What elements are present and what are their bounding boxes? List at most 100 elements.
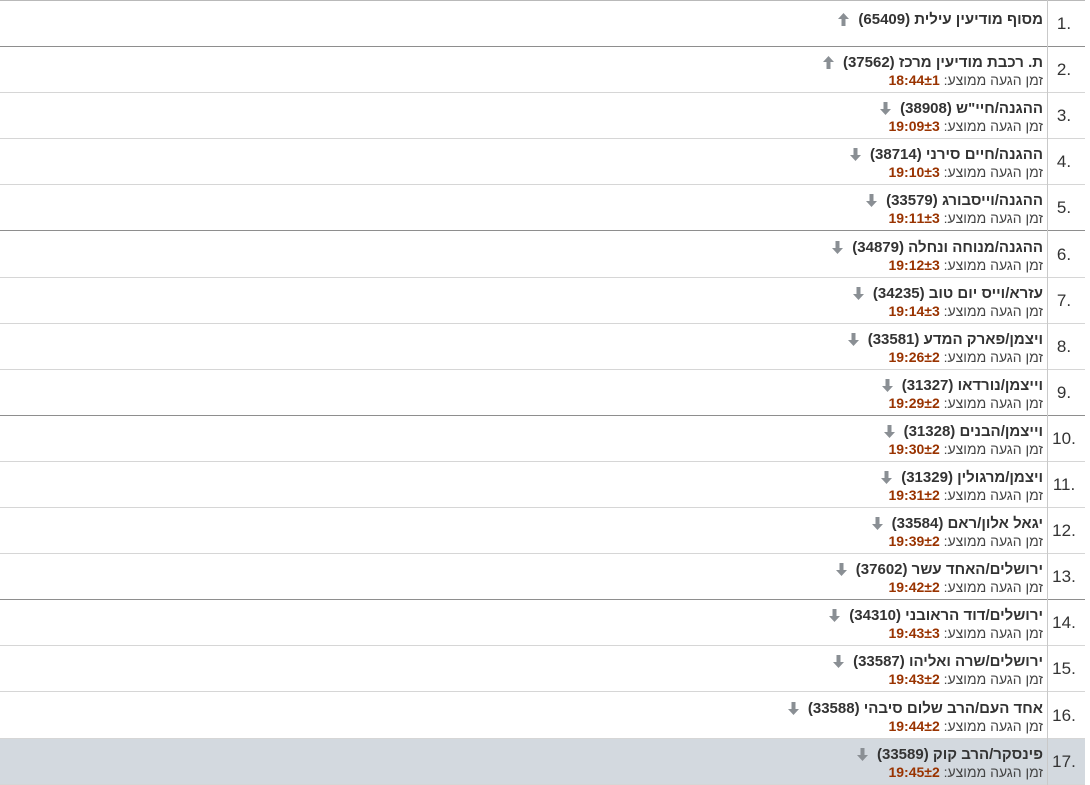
stop-content: אחד העם/הרב שלום סיבהי (33588) זמן הגעה מ… [787, 699, 1043, 735]
list-item[interactable]: 14. ירושלים/דוד הראובני (34310) זמן הגעה מ… [0, 600, 1085, 646]
stop-name[interactable]: יגאל אלון/ראם (33584) [892, 514, 1043, 533]
stop-content: וייצמן/הבנים (31328) זמן הגעה ממוצע: 19:3… [883, 422, 1043, 458]
arrival-info: זמן הגעה ממוצע: 18:44±1 [823, 72, 1043, 89]
up-arrow-icon [822, 56, 834, 69]
arrival-time: 19:14±3 [888, 303, 940, 319]
stop-name-line: עזרא/וייס יום טוב (34235) [852, 284, 1043, 303]
list-item[interactable]: 10. וייצמן/הבנים (31328) זמן הגעה ממוצע: 1… [0, 416, 1085, 462]
arrival-info: זמן הגעה ממוצע: 19:39±2 [872, 533, 1043, 550]
stop-name[interactable]: ירושלים/שרה ואליהו (33587) [853, 652, 1043, 671]
arrival-label: זמן הגעה ממוצע: [943, 210, 1043, 226]
stop-name[interactable]: ירושלים/האחד עשר (37602) [856, 560, 1043, 579]
down-arrow-icon [835, 563, 847, 576]
stop-content: פינסקר/הרב קוק (33589) זמן הגעה ממוצע: 19… [857, 745, 1043, 781]
arrival-info: זמן הגעה ממוצע: 19:14±3 [853, 303, 1043, 320]
up-arrow-icon [838, 13, 850, 26]
arrival-label: זמן הגעה ממוצע: [943, 441, 1043, 457]
stop-content: ת. רכבת מודיעין מרכז (37562) זמן הגעה ממו… [822, 53, 1043, 89]
list-item[interactable]: 6. ההגנה/מנוחה ונחלה (34879) זמן הגעה ממוצ… [0, 232, 1085, 278]
down-arrow-icon [857, 748, 868, 761]
arrival-info: זמן הגעה ממוצע: 19:29±2 [882, 395, 1043, 412]
stop-name-line: ההגנה/מנוחה ונחלה (34879) [832, 238, 1043, 257]
stop-name[interactable]: ויצמן/מרגולין (31329) [901, 468, 1043, 487]
stop-name-line: ויצמן/פארק המדע (33581) [847, 330, 1043, 349]
down-arrow-icon [852, 287, 864, 300]
arrival-info: זמן הגעה ממוצע: 19:42±2 [836, 579, 1043, 596]
arrival-time: 19:31±2 [888, 487, 940, 503]
arrival-time: 19:09±3 [888, 118, 940, 134]
list-item[interactable]: 15. ירושלים/שרה ואליהו (33587) זמן הגעה ממ… [0, 646, 1085, 692]
stop-name-line: יגאל אלון/ראם (33584) [871, 514, 1043, 533]
stop-name[interactable]: ההגנה/מנוחה ונחלה (34879) [852, 238, 1043, 257]
stop-name[interactable]: פינסקר/הרב קוק (33589) [877, 745, 1043, 764]
stop-number: 10. [1052, 429, 1076, 448]
list-item[interactable]: 13. ירושלים/האחד עשר (37602) זמן הגעה ממוצ… [0, 554, 1085, 600]
down-arrow-icon [881, 471, 893, 484]
arrival-info: זמן הגעה ממוצע: 19:10±3 [850, 164, 1043, 181]
down-arrow-icon [847, 333, 859, 346]
arrival-label: זמן הגעה ממוצע: [943, 718, 1043, 734]
stop-number: 12. [1052, 521, 1076, 540]
list-item[interactable]: 12. יגאל אלון/ראם (33584) זמן הגעה ממוצע: … [0, 508, 1085, 554]
stop-number: 11. [1052, 475, 1076, 494]
arrival-time: 19:11±3 [888, 210, 940, 226]
stop-number: 4. [1056, 152, 1072, 171]
arrival-info: זמן הגעה ממוצע: 19:09±3 [880, 118, 1043, 135]
list-item[interactable]: 4. ההגנה/חיים סירני (38714) זמן הגעה ממוצע… [0, 139, 1085, 185]
stop-number: 17. [1052, 752, 1076, 771]
list-item[interactable]: 1. מסוף מודיעין עילית (65409) [0, 1, 1085, 47]
down-arrow-icon [850, 148, 862, 161]
list-item[interactable]: 11. ויצמן/מרגולין (31329) זמן הגעה ממוצע: … [0, 462, 1085, 508]
arrival-time: 19:26±2 [888, 349, 940, 365]
arrival-time: 19:29±2 [888, 395, 940, 411]
list-item[interactable]: 7. עזרא/וייס יום טוב (34235) זמן הגעה ממוצ… [0, 278, 1085, 324]
stop-name[interactable]: עזרא/וייס יום טוב (34235) [873, 284, 1043, 303]
arrival-label: זמן הגעה ממוצע: [943, 671, 1043, 687]
stop-name[interactable]: וייצמן/נורדאו (31327) [902, 376, 1043, 395]
stop-name-line: וייצמן/הבנים (31328) [883, 422, 1043, 441]
list-item[interactable]: 17. פינסקר/הרב קוק (33589) זמן הגעה ממוצע:… [0, 739, 1085, 785]
arrival-label: זמן הגעה ממוצע: [943, 579, 1043, 595]
down-arrow-icon [880, 102, 892, 115]
arrival-time: 19:43±3 [888, 625, 940, 641]
arrival-time: 19:43±2 [888, 671, 940, 687]
stop-name[interactable]: ת. רכבת מודיעין מרכז (37562) [843, 53, 1043, 72]
list-item[interactable]: 16. אחד העם/הרב שלום סיבהי (33588) זמן הגע… [0, 693, 1085, 739]
stop-name-line: ההגנה/חיים סירני (38714) [850, 145, 1043, 164]
list-item[interactable]: 2. ת. רכבת מודיעין מרכז (37562) זמן הגעה מ… [0, 47, 1085, 93]
stop-content: ההגנה/חיי"ש (38908) זמן הגעה ממוצע: 19:09… [880, 99, 1043, 135]
number-column-divider [1047, 0, 1048, 785]
arrival-label: זמן הגעה ממוצע: [943, 395, 1043, 411]
stop-name-line: וייצמן/נורדאו (31327) [881, 376, 1043, 395]
stop-number: 15. [1052, 659, 1076, 678]
stop-number: 9. [1056, 383, 1072, 402]
list-item[interactable]: 3. ההגנה/חיי"ש (38908) זמן הגעה ממוצע: 19:… [0, 93, 1085, 139]
stop-name[interactable]: ההגנה/חיי"ש (38908) [900, 99, 1043, 118]
stop-name[interactable]: מסוף מודיעין עילית (65409) [858, 10, 1043, 29]
arrival-time: 19:45±2 [888, 764, 940, 780]
arrival-time: 19:44±2 [888, 718, 940, 734]
stop-content: ויצמן/פארק המדע (33581) זמן הגעה ממוצע: 1… [847, 330, 1043, 366]
list-item[interactable]: 5. ההגנה/וייסבורג (33579) זמן הגעה ממוצע: … [0, 185, 1085, 231]
list-item[interactable]: 9. וייצמן/נורדאו (31327) זמן הגעה ממוצע: 1… [0, 370, 1085, 416]
list-item[interactable]: 8. ויצמן/פארק המדע (33581) זמן הגעה ממוצע:… [0, 324, 1085, 370]
stop-name-line: ירושלים/האחד עשר (37602) [835, 560, 1043, 579]
arrival-time: 18:44±1 [888, 72, 940, 88]
stop-number: 14. [1052, 613, 1076, 632]
arrival-info: זמן הגעה ממוצע: 19:45±2 [857, 764, 1043, 781]
arrival-time: 19:10±3 [888, 164, 940, 180]
stop-name[interactable]: וייצמן/הבנים (31328) [904, 422, 1043, 441]
arrival-info: זמן הגעה ממוצע: 19:44±2 [788, 718, 1043, 735]
stop-number: 6. [1056, 245, 1072, 264]
arrival-label: זמן הגעה ממוצע: [943, 118, 1043, 134]
stop-name[interactable]: ההגנה/וייסבורג (33579) [886, 191, 1043, 210]
stop-name[interactable]: אחד העם/הרב שלום סיבהי (33588) [808, 699, 1043, 718]
arrival-time: 19:12±3 [888, 257, 940, 273]
stop-name[interactable]: ההגנה/חיים סירני (38714) [870, 145, 1043, 164]
stop-name-line: אחד העם/הרב שלום סיבהי (33588) [787, 699, 1043, 718]
stop-name[interactable]: ירושלים/דוד הראובני (34310) [849, 606, 1043, 625]
stop-number: 16. [1052, 706, 1076, 725]
stop-content: וייצמן/נורדאו (31327) זמן הגעה ממוצע: 19:… [881, 376, 1043, 412]
stop-name-line: ת. רכבת מודיעין מרכז (37562) [822, 53, 1043, 72]
stop-name[interactable]: ויצמן/פארק המדע (33581) [868, 330, 1043, 349]
